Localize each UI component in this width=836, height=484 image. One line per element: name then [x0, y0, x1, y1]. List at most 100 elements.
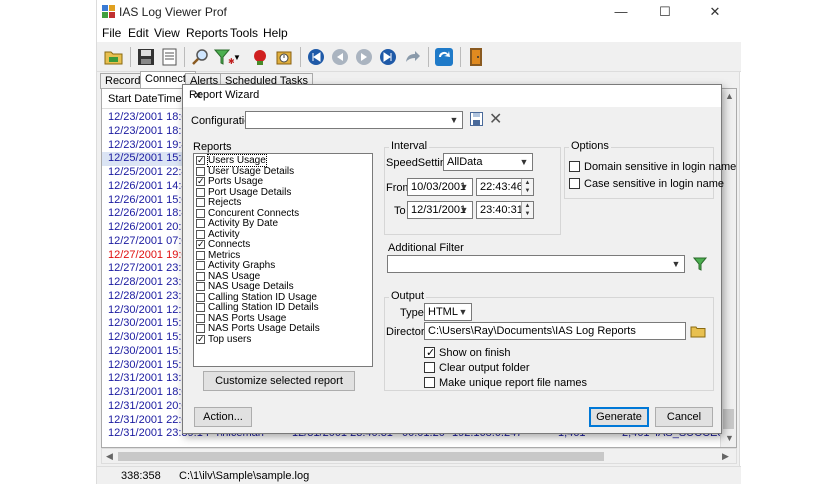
report-checkbox[interactable] [196, 250, 205, 260]
report-checkbox[interactable] [196, 313, 205, 323]
domain-sensitive-checkbox[interactable]: Domain sensitive in login name [569, 161, 736, 173]
horizontal-scroll-thumb[interactable] [118, 452, 604, 461]
list-item[interactable]: Activity By Date [196, 219, 278, 229]
alert-icon[interactable] [248, 45, 272, 69]
time-spinner-icon[interactable]: ▲ ▼ [521, 202, 533, 218]
report-checkbox[interactable] [196, 219, 205, 228]
report-checkbox[interactable] [196, 271, 205, 281]
save-icon[interactable] [134, 45, 158, 69]
list-item[interactable]: NAS Ports Usage [196, 313, 286, 324]
close-icon[interactable]: ✕ [189, 89, 207, 102]
report-checkbox[interactable] [196, 177, 205, 186]
next-record-icon[interactable] [352, 45, 376, 69]
scheduler-icon[interactable] [272, 45, 296, 69]
speed-setting-select[interactable]: AllData ▼ [443, 153, 533, 171]
chevron-down-icon[interactable]: ▼ [456, 179, 472, 195]
column-start-datetime[interactable]: Start DateTime [108, 93, 182, 105]
report-checkbox[interactable] [196, 282, 205, 291]
case-sensitive-checkbox[interactable]: Case sensitive in login name [569, 178, 724, 190]
save-config-icon[interactable] [470, 112, 483, 126]
report-checkbox[interactable] [196, 198, 205, 207]
chevron-down-icon[interactable]: ▼ [232, 45, 242, 69]
chevron-down-icon[interactable]: ▼ [456, 202, 472, 218]
show-on-finish-checkbox[interactable]: Show on finish [424, 346, 511, 359]
list-item[interactable]: NAS Ports Usage Details [196, 324, 320, 334]
prev-record-icon[interactable] [328, 45, 352, 69]
vertical-scroll-thumb[interactable] [723, 409, 734, 429]
menu-tools[interactable]: Tools [230, 26, 258, 40]
list-item[interactable]: Port Usage Details [196, 186, 292, 198]
menu-edit[interactable]: Edit [128, 26, 149, 40]
menu-file[interactable]: File [102, 26, 121, 40]
list-item[interactable]: Metrics [196, 250, 240, 261]
browse-folder-icon[interactable] [690, 324, 706, 338]
delete-config-icon[interactable]: ✕ [489, 109, 502, 129]
open-folder-icon[interactable] [102, 45, 126, 69]
close-window-button[interactable]: ✕ [693, 2, 737, 22]
report-checkbox[interactable] [196, 156, 205, 165]
action-button[interactable]: Action... [194, 407, 252, 427]
from-date-picker[interactable]: 10/03/2001 ▼ [407, 178, 473, 196]
chevron-down-icon[interactable]: ▼ [455, 304, 471, 320]
report-checkbox[interactable] [196, 187, 205, 197]
report-checkbox[interactable] [196, 261, 205, 270]
generate-button[interactable]: Generate [589, 407, 649, 427]
menu-view[interactable]: View [154, 26, 180, 40]
report-checkbox[interactable] [196, 334, 205, 344]
list-item[interactable]: Concurent Connects [196, 208, 299, 219]
additional-filter-select[interactable]: ▼ [387, 255, 685, 273]
customize-report-button[interactable]: Customize selected report [203, 371, 355, 391]
scroll-left-icon[interactable]: ◀ [106, 451, 113, 462]
chevron-down-icon[interactable]: ▼ [668, 256, 684, 272]
list-item[interactable]: Users Usage [196, 154, 267, 167]
menu-reports[interactable]: Reports [186, 26, 228, 40]
list-item[interactable]: Activity Graphs [196, 261, 275, 271]
from-time-field[interactable]: 22:43:46 ▲ ▼ [476, 178, 534, 196]
directory-field[interactable]: C:\Users\Ray\Documents\IAS Log Reports [424, 322, 686, 340]
report-checkbox[interactable] [196, 208, 205, 218]
report-checkbox[interactable] [196, 303, 205, 312]
list-item[interactable]: NAS Usage Details [196, 282, 294, 292]
report-checkbox[interactable] [196, 292, 205, 302]
chevron-down-icon[interactable]: ▼ [516, 154, 532, 170]
maximize-button[interactable]: ☐ [643, 2, 687, 22]
to-time-field[interactable]: 23:40:31 ▲ ▼ [476, 201, 534, 219]
first-record-icon[interactable] [304, 45, 328, 69]
scroll-down-icon[interactable]: ▼ [725, 433, 734, 443]
refresh-icon[interactable] [432, 45, 456, 69]
list-item[interactable]: Connects [196, 240, 250, 250]
menu-help[interactable]: Help [263, 26, 288, 40]
list-item[interactable]: Top users [196, 334, 251, 345]
cancel-button[interactable]: Cancel [655, 407, 713, 427]
vertical-scrollbar[interactable]: ▲ ▼ [720, 89, 736, 447]
scroll-right-icon[interactable]: ▶ [722, 451, 729, 462]
clear-output-checkbox[interactable]: Clear output folder [424, 362, 530, 374]
search-icon[interactable] [188, 45, 212, 69]
report-label: Port Usage Details [208, 186, 292, 198]
document-icon[interactable] [158, 45, 182, 69]
scroll-up-icon[interactable]: ▲ [725, 91, 734, 101]
chevron-down-icon[interactable]: ▼ [446, 112, 462, 128]
output-type-select[interactable]: HTML ▼ [424, 303, 472, 321]
report-checkbox[interactable] [196, 324, 205, 333]
minimize-button[interactable]: — [599, 2, 643, 22]
list-item[interactable]: User Usage Details [196, 166, 294, 177]
time-spinner-icon[interactable]: ▲ ▼ [521, 179, 533, 195]
report-checkbox[interactable] [196, 229, 205, 239]
to-date-picker[interactable]: 12/31/2001 ▼ [407, 201, 473, 219]
list-item[interactable]: Calling Station ID Details [196, 303, 319, 313]
exit-door-icon[interactable] [464, 45, 488, 69]
list-item[interactable]: Calling Station ID Usage [196, 292, 317, 303]
filter-icon[interactable] [693, 257, 707, 271]
horizontal-scrollbar[interactable]: ◀ ▶ [101, 448, 737, 464]
list-item[interactable]: Ports Usage [196, 177, 263, 187]
redo-arrow-icon[interactable] [400, 45, 424, 69]
report-checkbox[interactable] [196, 240, 205, 249]
list-item[interactable]: NAS Usage [196, 271, 260, 282]
configuration-select[interactable]: ▼ [245, 111, 463, 129]
report-checkbox[interactable] [196, 166, 205, 176]
list-item[interactable]: Activity [196, 229, 240, 240]
list-item[interactable]: Rejects [196, 198, 241, 208]
unique-names-checkbox[interactable]: Make unique report file names [424, 377, 587, 389]
last-record-icon[interactable] [376, 45, 400, 69]
